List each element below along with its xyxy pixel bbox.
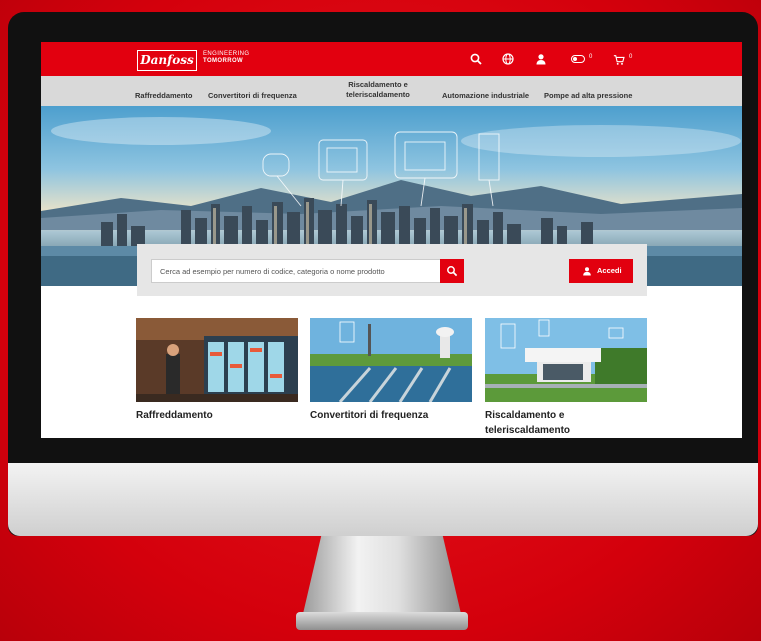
user-icon (583, 267, 591, 276)
globe-icon[interactable] (501, 52, 515, 66)
tagline-line-1: ENGINEERING (203, 51, 250, 57)
category-card-riscaldamento[interactable]: Riscaldamento e teleriscaldamento (485, 318, 647, 438)
refrigeration-image (136, 318, 298, 402)
modern-house-image (485, 318, 647, 402)
search-button[interactable] (440, 259, 464, 283)
nav-item-pompe[interactable]: Pompe ad alta pressione (544, 91, 632, 101)
monitor-chin (8, 463, 758, 536)
search-icon (447, 266, 458, 277)
cart-icon[interactable] (613, 53, 625, 65)
user-icon[interactable] (534, 52, 548, 66)
monitor-stand (302, 536, 462, 618)
card-title: Raffreddamento (136, 410, 213, 421)
nav-item-raffreddamento[interactable]: Raffreddamento (135, 91, 193, 101)
nav-item-riscaldamento[interactable]: Riscaldamento e teleriscaldamento (338, 80, 418, 100)
toggle-count: 0 (589, 54, 593, 60)
login-button[interactable]: Accedi (569, 259, 633, 283)
toggle-icon[interactable] (571, 55, 585, 63)
category-card-raffreddamento[interactable]: Raffreddamento (136, 318, 298, 423)
monitor-stand-foot (296, 612, 468, 630)
top-header: Danfoss ENGINEERING TOMORROW 0 0 (41, 42, 742, 76)
tagline-line-2: TOMORROW (203, 58, 244, 64)
search-placeholder: Cerca ad esempio per numero di codice, c… (160, 267, 385, 276)
card-title: Riscaldamento e teleriscaldamento (485, 410, 571, 436)
search-panel: Cerca ad esempio per numero di codice, c… (137, 244, 647, 296)
website-screen: Danfoss ENGINEERING TOMORROW 0 0 Raffred… (41, 42, 742, 438)
category-card-convertitori[interactable]: Convertitori di frequenza (310, 318, 472, 423)
login-label: Accedi (597, 266, 622, 275)
cart-count: 0 (629, 54, 633, 60)
search-input[interactable]: Cerca ad esempio per numero di codice, c… (151, 259, 441, 283)
nav-item-automazione[interactable]: Automazione industriale (442, 91, 529, 101)
danfoss-logo[interactable]: Danfoss (137, 50, 197, 71)
card-title: Convertitori di frequenza (310, 410, 429, 421)
search-icon[interactable] (469, 52, 483, 66)
water-treatment-image (310, 318, 472, 402)
nav-item-convertitori[interactable]: Convertitori di frequenza (208, 91, 297, 101)
brand-tagline: ENGINEERING TOMORROW (203, 51, 249, 65)
main-navigation: Raffreddamento Convertitori di frequenza… (41, 76, 742, 106)
